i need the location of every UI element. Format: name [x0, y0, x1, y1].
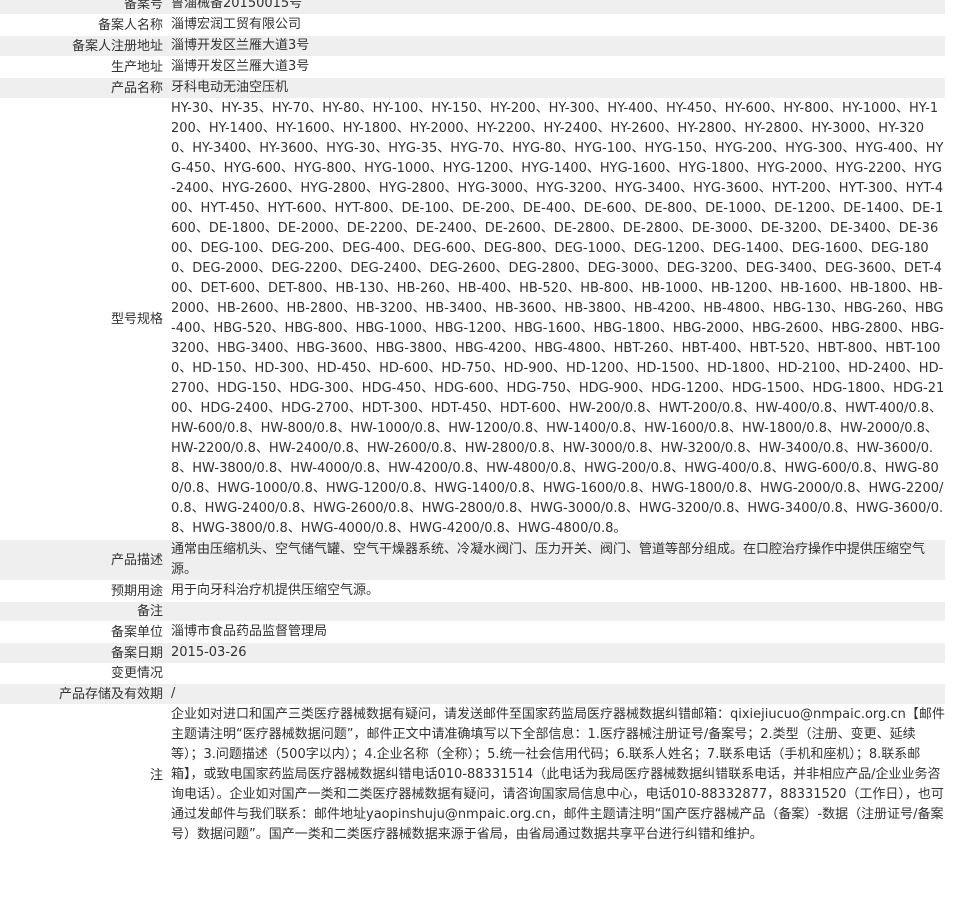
value-filer-address: 淄博开发区兰雁大道3号 — [167, 36, 945, 57]
label-model-specs: 型号规格 — [0, 99, 167, 540]
row-change-status: 变更情况 — [0, 664, 945, 684]
value-record-number: 鲁淄械备20150015号 — [167, 0, 945, 15]
label-product-description: 产品描述 — [0, 540, 167, 581]
label-intended-use: 预期用途 — [0, 581, 167, 602]
row-note: 注 企业如对进口和国产三类医疗器械数据有疑问，请发送邮件至国家药监局医疗器械数据… — [0, 705, 945, 846]
row-production-address: 生产地址 淄博开发区兰雁大道3号 — [0, 57, 945, 78]
row-filer-address: 备案人注册地址 淄博开发区兰雁大道3号 — [0, 36, 945, 57]
row-filer-name: 备案人名称 淄博宏润工贸有限公司 — [0, 15, 945, 36]
value-change-status — [167, 664, 945, 684]
label-storage-validity: 产品存储及有效期 — [0, 684, 167, 705]
label-record-number: 备案号 — [0, 0, 167, 15]
value-filer-name: 淄博宏润工贸有限公司 — [167, 15, 945, 36]
value-storage-validity: / — [167, 684, 945, 705]
value-product-description: 通常由压缩机头、空气储气罐、空气干燥器系统、冷凝水阀门、压力开关、阀门、管道等部… — [167, 540, 945, 581]
value-intended-use: 用于向牙科治疗机提供压缩空气源。 — [167, 581, 945, 602]
value-filing-unit: 淄博市食品药品监督管理局 — [167, 622, 945, 643]
row-remarks: 备注 — [0, 602, 945, 622]
row-record-number: 备案号 鲁淄械备20150015号 — [0, 0, 945, 15]
value-filing-date: 2015-03-26 — [167, 643, 945, 664]
value-remarks — [167, 602, 945, 622]
label-product-name: 产品名称 — [0, 78, 167, 99]
label-filer-name: 备案人名称 — [0, 15, 167, 36]
row-product-name: 产品名称 牙科电动无油空压机 — [0, 78, 945, 99]
row-model-specs: 型号规格 HY-30、HY-35、HY-70、HY-80、HY-100、HY-1… — [0, 99, 945, 540]
label-remarks: 备注 — [0, 602, 167, 622]
row-product-description: 产品描述 通常由压缩机头、空气储气罐、空气干燥器系统、冷凝水阀门、压力开关、阀门… — [0, 540, 945, 581]
label-change-status: 变更情况 — [0, 664, 167, 684]
label-filing-date: 备案日期 — [0, 643, 167, 664]
row-storage-validity: 产品存储及有效期 / — [0, 684, 945, 705]
value-model-specs: HY-30、HY-35、HY-70、HY-80、HY-100、HY-150、HY… — [167, 99, 945, 540]
value-production-address: 淄博开发区兰雁大道3号 — [167, 57, 945, 78]
value-product-name: 牙科电动无油空压机 — [167, 78, 945, 99]
row-intended-use: 预期用途 用于向牙科治疗机提供压缩空气源。 — [0, 581, 945, 602]
label-filer-address: 备案人注册地址 — [0, 36, 167, 57]
label-filing-unit: 备案单位 — [0, 622, 167, 643]
label-note: 注 — [0, 705, 167, 846]
row-filing-date: 备案日期 2015-03-26 — [0, 643, 945, 664]
label-production-address: 生产地址 — [0, 57, 167, 78]
row-filing-unit: 备案单位 淄博市食品药品监督管理局 — [0, 622, 945, 643]
record-table: 备案号 鲁淄械备20150015号 备案人名称 淄博宏润工贸有限公司 备案人注册… — [0, 0, 945, 846]
value-note: 企业如对进口和国产三类医疗器械数据有疑问，请发送邮件至国家药监局医疗器械数据纠错… — [167, 705, 945, 846]
